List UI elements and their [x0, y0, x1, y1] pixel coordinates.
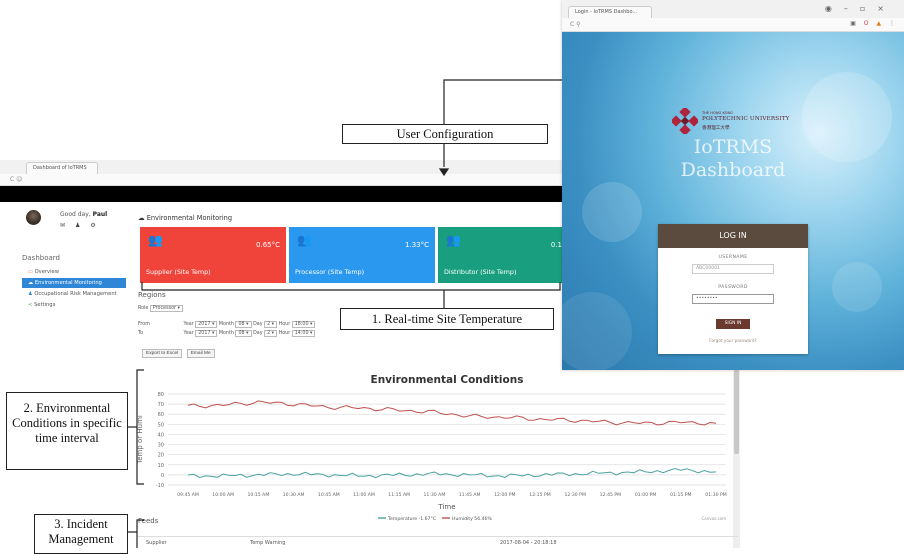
annotation-connectors	[128, 79, 562, 548]
bracket-incident	[136, 519, 144, 548]
arrowhead-down	[438, 168, 450, 177]
bracket-realtime	[141, 282, 561, 291]
callout-user-configuration: User Configuration	[342, 124, 548, 144]
callout-incident-management: 3. Incident Management	[34, 514, 128, 554]
callout-realtime-temperature: 1. Real-time Site Temperature	[340, 308, 554, 330]
callout-environmental-conditions: 2. Environmental Conditions in specific …	[6, 392, 128, 470]
bracket-env	[136, 369, 144, 485]
